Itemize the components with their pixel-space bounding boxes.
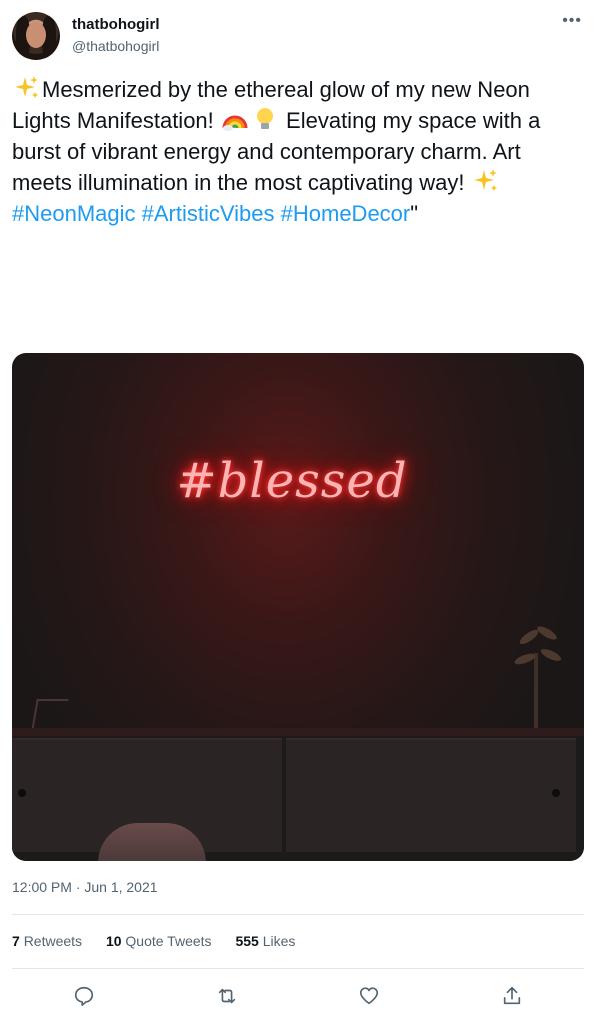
tweet-stats: 7 Retweets 10 Quote Tweets 555 Likes [12, 933, 315, 949]
share-icon [503, 986, 521, 1005]
cabinet-knob [18, 789, 26, 797]
reply-icon [74, 986, 94, 1006]
tweet-text: Mesmerized by the ethereal glow of my ne… [12, 74, 582, 229]
retweet-icon [218, 988, 236, 1004]
tweet-header: thatbohogirl @thatbohogirl ••• [12, 10, 584, 62]
user-handle[interactable]: @thatbohogirl [72, 38, 159, 54]
more-horizontal-icon[interactable]: ••• [562, 12, 582, 30]
likes-stat[interactable]: 555 Likes [235, 933, 295, 949]
sparkles-icon [15, 76, 38, 98]
tweet-actions [12, 980, 584, 1012]
light-bulb-icon [256, 108, 273, 129]
quote-tweets-stat[interactable]: 10 Quote Tweets [106, 933, 212, 949]
heart-icon [359, 987, 379, 1005]
rainbow-icon [222, 115, 248, 131]
tweet-timestamp[interactable]: 12:00 PM · Jun 1, 2021 [12, 879, 158, 895]
cabinet-knob [552, 789, 560, 797]
hashtag-link[interactable]: #NeonMagic [12, 201, 136, 226]
retweet-button[interactable] [211, 980, 243, 1012]
divider [12, 914, 584, 915]
retweets-stat[interactable]: 7 Retweets [12, 933, 82, 949]
hashtag-link[interactable]: #ArtisticVibes [142, 201, 275, 226]
cabinet-door [286, 738, 576, 852]
shelf-decor [31, 683, 74, 731]
divider [12, 968, 584, 969]
hashtag-link[interactable]: #HomeDecor [281, 201, 411, 226]
plant-decor [512, 623, 563, 733]
display-name[interactable]: thatbohogirl [72, 16, 159, 33]
shelf-top [12, 728, 584, 736]
reply-button[interactable] [68, 980, 100, 1012]
avatar[interactable] [12, 12, 60, 60]
tweet-image[interactable]: #blessed [12, 353, 584, 861]
sparkles-icon [473, 169, 497, 191]
like-button[interactable] [353, 980, 385, 1012]
trailing-quote: " [410, 201, 419, 226]
neon-sign-text: #blessed [176, 453, 408, 509]
share-button[interactable] [496, 980, 528, 1012]
